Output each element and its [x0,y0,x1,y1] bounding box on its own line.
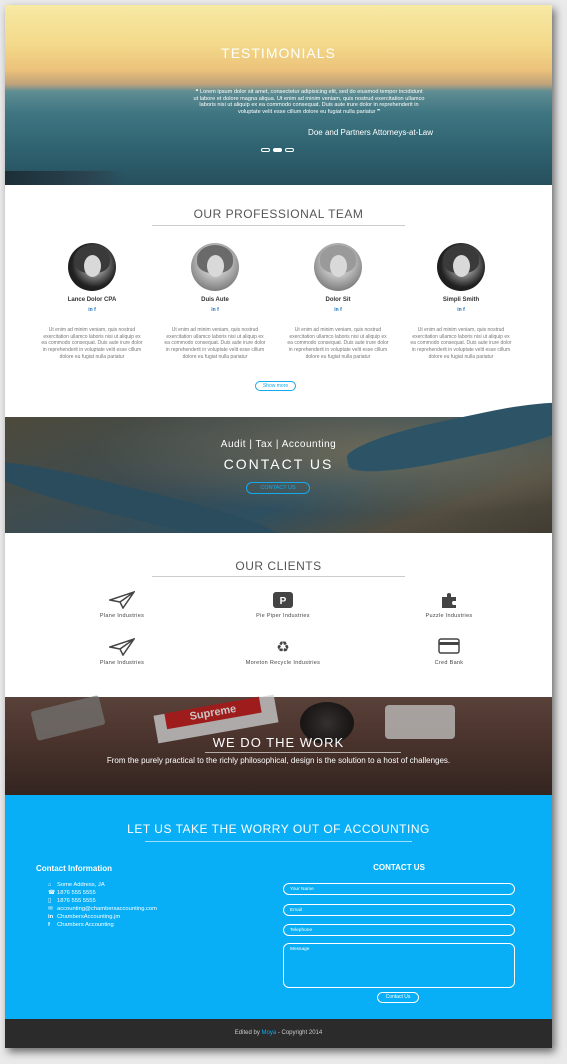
member-name: Duis Aute [201,297,229,303]
contact-us-button[interactable]: CONTACT US [246,482,310,494]
contact-info-item[interactable]: in ChambersAccounting.jm [48,913,157,921]
social-links[interactable]: in f [406,307,516,313]
avatar [437,243,485,291]
team-section: OUR PROFESSIONAL TEAM Lance Dolor CPA in… [5,185,552,417]
mobile-text: 1876 555 5555 [57,898,96,905]
client-item[interactable]: Plane Industries [62,637,182,666]
mobile-icon: ▯ [48,898,52,905]
page-frame: TESTIMONIALS ❝ Lorem ipsum dolor sit ame… [5,5,552,1048]
team-title: OUR PROFESSIONAL TEAM [193,207,364,221]
contact-info-item[interactable]: ✉ accounting@chambersaccounting.com [48,905,157,913]
contact-banner: Audit | Tax | Accounting CONTACT US CONT… [5,392,552,555]
social-links[interactable]: in f [283,307,393,313]
client-item[interactable]: P Pie Piper Industries [223,591,343,619]
paper-plane-icon [62,637,182,658]
clients-title: OUR CLIENTS [235,559,322,573]
message-textarea[interactable]: Message [283,943,515,988]
team-member: Duis Aute in f Ut enim ad minim veniam, … [160,243,270,361]
testimonial-quote: ❝ Lorem ipsum dolor sit amet, consectetu… [193,89,425,115]
address-text: Some Address, JA [57,882,105,888]
contact-info-title: Contact Information [36,864,112,873]
member-description: Ut enim ad minim veniam, quis nostrud ex… [41,327,143,360]
contact-info-item[interactable]: f Chambers Accounting [48,921,157,929]
contact-info-item: ☎ 1876 555 5555 [48,889,157,897]
contact-info-item: ▯ 1876 555 5555 [48,897,157,905]
contact-section: LET US TAKE THE WORRY OUT OF ACCOUNTING … [5,795,552,1019]
work-tagline: From the purely practical to the richly … [106,756,451,765]
close-quote-icon: ❞ [375,108,380,115]
email-input[interactable]: Email [283,904,515,916]
testimonial-author: Doe and Partners Attorneys-at-Law [308,128,433,137]
contact-submit-button[interactable]: Contact Us [377,992,419,1003]
client-label: Pie Piper Industries [256,613,310,619]
contact-heading: LET US TAKE THE WORRY OUT OF ACCOUNTING [127,822,430,836]
shore-rocks [5,171,125,185]
client-label: Plane Industries [99,613,145,619]
clients-section: OUR CLIENTS Plane Industries P Pie Piper… [5,533,552,697]
email-link[interactable]: accounting@chambersaccounting.com [57,906,157,912]
contact-form-title: CONTACT US [373,863,425,872]
carousel-dot-active[interactable] [273,148,282,152]
carousel-dots [261,148,294,152]
title-divider [205,752,401,753]
facebook-link[interactable]: Chambers Accounting [57,922,114,928]
client-label: Plane Industries [99,660,145,666]
paper-plane-icon [62,590,182,611]
title-divider [152,225,405,226]
envelope-icon: ✉ [48,906,53,913]
testimonials-title: TESTIMONIALS [221,45,336,61]
client-label: Puzzle Industries [425,613,473,619]
team-member: Lance Dolor CPA in f Ut enim ad minim ve… [37,243,147,361]
client-item[interactable]: ♻ Moreton Recycle Industries [223,638,343,666]
home-icon: ⌂ [48,882,52,888]
name-input[interactable]: Your Name [283,883,515,895]
member-name: Simpli Smith [442,297,480,303]
team-member: Dolor Sit in f Ut enim ad minim veniam, … [283,243,393,361]
footer-author-link[interactable]: Moya [262,1030,277,1036]
footer-prefix: Edited by [234,1030,260,1036]
avatar [68,243,116,291]
client-label: Moreton Recycle Industries [245,660,321,666]
pied-piper-icon: P [223,591,343,611]
testimonials-section: TESTIMONIALS ❝ Lorem ipsum dolor sit ame… [5,5,552,185]
social-links[interactable]: in f [160,307,270,313]
member-description: Ut enim ad minim veniam, quis nostrud ex… [164,327,266,360]
client-label: Cred Bank [434,660,464,666]
contact-info-list: ⌂ Some Address, JA ☎ 1876 555 5555 ▯ 1876 5… [48,881,157,930]
linkedin-icon: in [48,914,54,921]
title-divider [152,576,405,577]
client-item[interactable]: Plane Industries [62,590,182,619]
member-description: Ut enim ad minim veniam, quis nostrud ex… [410,327,512,360]
social-links[interactable]: in f [37,307,147,313]
carousel-dot[interactable] [261,148,270,152]
recycle-icon: ♻ [276,639,290,656]
avatar [191,243,239,291]
phone-icon: ☎ [48,890,56,897]
title-divider [145,841,412,842]
member-description: Ut enim ad minim veniam, quis nostrud ex… [287,327,389,360]
puzzle-icon [389,591,509,611]
client-item[interactable]: Cred Bank [389,638,509,666]
facebook-icon: f [48,922,50,929]
linkedin-link[interactable]: ChambersAccounting.jm [57,914,120,920]
client-item[interactable]: Puzzle Industries [389,591,509,619]
services-subtitle: Audit | Tax | Accounting [220,439,337,450]
footer-copyright: - Copyright 2014 [277,1030,323,1036]
work-section: Supreme WE DO THE WORK From the purely p… [5,694,552,795]
svg-text:P: P [280,596,287,607]
contact-info-item: ⌂ Some Address, JA [48,881,157,889]
carousel-dot[interactable] [285,148,294,152]
member-name: Lance Dolor CPA [67,297,117,303]
team-member: Simpli Smith in f Ut enim ad minim venia… [406,243,516,361]
credit-card-icon [389,638,509,658]
quote-text: Lorem ipsum dolor sit amet, consectetur … [193,89,425,115]
member-name: Dolor Sit [325,297,351,303]
telephone-input[interactable]: Telephone [283,924,515,936]
work-title: WE DO THE WORK [212,735,345,750]
show-more-button[interactable]: Show more [255,381,296,391]
contact-banner-title: CONTACT US [223,456,334,472]
footer: Edited by Moya - Copyright 2014 [5,1019,552,1048]
phone-text: 1876 555 5555 [57,890,96,897]
avatar [314,243,362,291]
